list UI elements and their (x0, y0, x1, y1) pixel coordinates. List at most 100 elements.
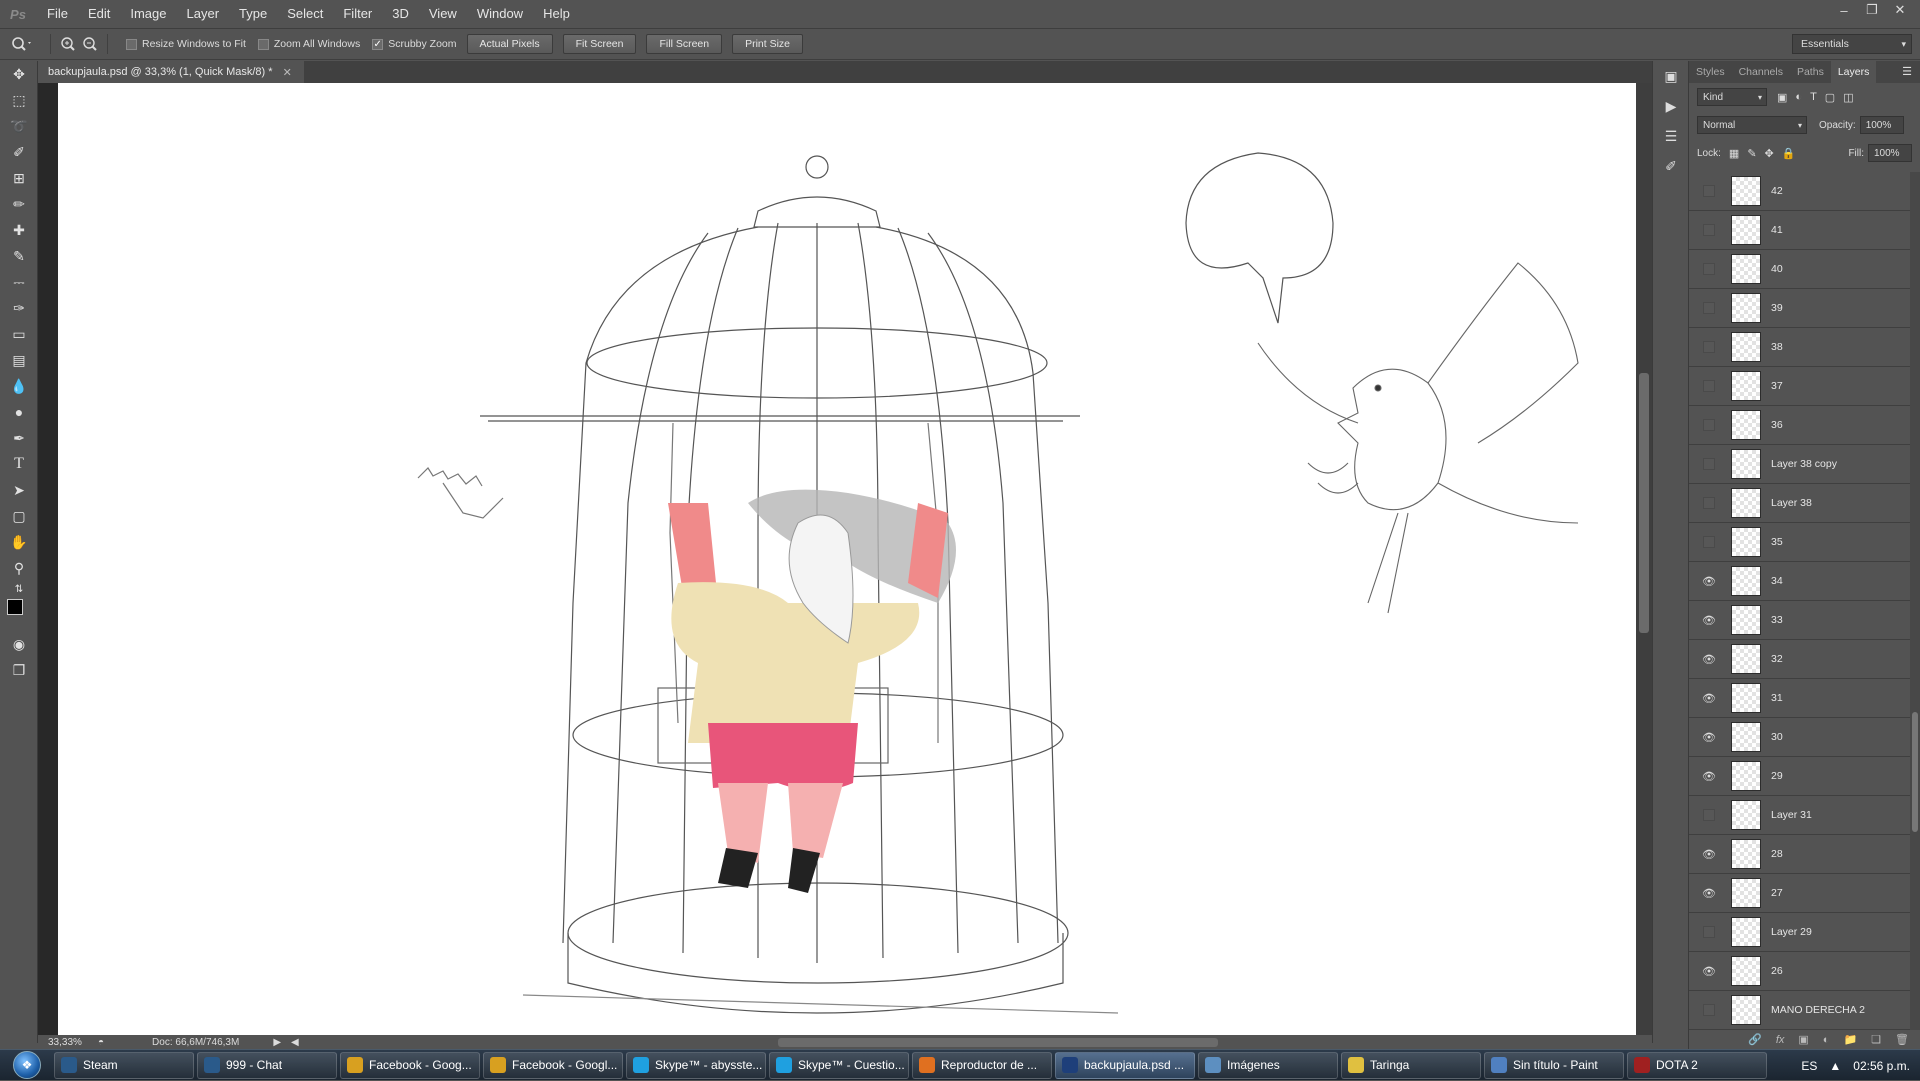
visibility-box[interactable] (1703, 926, 1715, 938)
link-layers-icon[interactable]: 🔗 (1748, 1033, 1762, 1046)
visibility-box[interactable] (1703, 536, 1715, 548)
menu-select[interactable]: Select (277, 0, 333, 28)
visibility-toggle[interactable] (1697, 172, 1721, 211)
language-indicator[interactable]: ES (1801, 1059, 1817, 1073)
eye-icon[interactable]: 👁 (1697, 562, 1721, 601)
taskbar-item[interactable]: Facebook - Googl... (483, 1051, 623, 1079)
layer-row[interactable]: 👁 32 (1689, 640, 1920, 679)
start-button[interactable]: ❖ (0, 1050, 54, 1081)
rectangle-tool-icon[interactable]: ▢ (0, 503, 38, 529)
menu-3d[interactable]: 3D (382, 0, 419, 28)
layer-row[interactable]: 👁 26 (1689, 952, 1920, 991)
close-icon[interactable]: ✕ (1886, 0, 1914, 20)
foreground-color-swatch[interactable] (7, 599, 23, 615)
scroll-left-icon[interactable]: ◀ (291, 1037, 299, 1048)
gradient-tool-icon[interactable]: ▤ (0, 347, 38, 373)
menu-file[interactable]: File (36, 0, 78, 28)
menu-window[interactable]: Window (467, 0, 533, 28)
status-icon[interactable]: ◓ (98, 1037, 104, 1048)
layer-row[interactable]: 39 (1689, 289, 1920, 328)
workspace-switcher[interactable]: Essentials ▾ (1792, 34, 1912, 54)
shape-filter-icon[interactable]: ▢ (1825, 91, 1835, 104)
layer-row[interactable]: 36 (1689, 406, 1920, 445)
menu-type[interactable]: Type (229, 0, 277, 28)
layer-row[interactable]: Layer 31 (1689, 796, 1920, 835)
layers-scrollbar[interactable] (1910, 172, 1920, 1030)
taskbar-item[interactable]: Sin título - Paint (1484, 1051, 1624, 1079)
visibility-toggle[interactable] (1697, 328, 1721, 367)
delete-layer-icon[interactable]: 🗑 (1895, 1033, 1909, 1046)
taskbar-item[interactable]: Taringa (1341, 1051, 1481, 1079)
layer-row[interactable]: Layer 29 (1689, 913, 1920, 952)
menu-image[interactable]: Image (120, 0, 176, 28)
fx-icon[interactable]: fx (1776, 1034, 1785, 1046)
layer-row[interactable]: 41 (1689, 211, 1920, 250)
quick-selection-tool-icon[interactable]: ✐ (0, 139, 38, 165)
eyedropper-tool-icon[interactable]: ✏ (0, 191, 38, 217)
lasso-tool-icon[interactable]: ➰ (0, 113, 38, 139)
blur-tool-icon[interactable]: 💧 (0, 373, 38, 399)
tab-layers[interactable]: Layers (1830, 61, 1877, 83)
visibility-toggle[interactable] (1697, 796, 1721, 835)
eye-icon[interactable]: 👁 (1697, 952, 1721, 991)
close-icon[interactable]: ✕ (283, 66, 292, 79)
layer-row[interactable]: 👁 27 (1689, 874, 1920, 913)
layer-row[interactable]: 35 (1689, 523, 1920, 562)
healing-brush-tool-icon[interactable]: ✚ (0, 217, 38, 243)
kind-filter-select[interactable]: Kind ▾ (1697, 88, 1767, 106)
visibility-box[interactable] (1703, 224, 1715, 236)
new-group-icon[interactable]: 📁 (1843, 1033, 1857, 1046)
visibility-box[interactable] (1703, 497, 1715, 509)
layer-row[interactable]: 👁 30 (1689, 718, 1920, 757)
new-layer-icon[interactable]: ❏ (1871, 1033, 1881, 1046)
clock[interactable]: 02:56 p.m. (1853, 1059, 1910, 1073)
clone-stamp-tool-icon[interactable]: ⎓ (0, 269, 38, 295)
layer-row[interactable]: 40 (1689, 250, 1920, 289)
visibility-toggle[interactable] (1697, 991, 1721, 1030)
fill-screen-button[interactable]: Fill Screen (646, 34, 723, 54)
properties-panel-icon[interactable]: ☰ (1653, 121, 1689, 151)
document-tab[interactable]: backupjaula.psd @ 33,3% (1, Quick Mask/8… (38, 61, 304, 83)
zoom-tool-icon[interactable]: ⚲ (0, 555, 38, 581)
visibility-box[interactable] (1703, 419, 1715, 431)
layer-row[interactable]: 👁 28 (1689, 835, 1920, 874)
lock-transparent-icon[interactable]: ▦ (1729, 147, 1739, 160)
print-size-button[interactable]: Print Size (732, 34, 804, 54)
visibility-box[interactable] (1703, 302, 1715, 314)
visibility-box[interactable] (1703, 380, 1715, 392)
visibility-box[interactable] (1703, 341, 1715, 353)
visibility-box[interactable] (1703, 263, 1715, 275)
layer-row[interactable]: Layer 38 (1689, 484, 1920, 523)
visibility-box[interactable] (1703, 185, 1715, 197)
tab-channels[interactable]: Channels (1732, 61, 1790, 83)
layer-row[interactable]: 👁 33 (1689, 601, 1920, 640)
type-tool-icon[interactable]: T (0, 451, 38, 477)
taskbar-item[interactable]: DOTA 2 (1627, 1051, 1767, 1079)
lock-all-icon[interactable]: 🔒 (1782, 147, 1796, 160)
visibility-box[interactable] (1703, 1004, 1715, 1016)
path-selection-tool-icon[interactable]: ➤ (0, 477, 38, 503)
layer-row[interactable]: 37 (1689, 367, 1920, 406)
visibility-toggle[interactable] (1697, 406, 1721, 445)
layer-row[interactable]: Layer 38 copy (1689, 445, 1920, 484)
adjustment-filter-icon[interactable]: ◐ (1795, 91, 1802, 104)
zoom-tool-preset-picker[interactable] (0, 32, 44, 56)
tab-paths[interactable]: Paths (1790, 61, 1831, 83)
actions-panel-icon[interactable]: ▶ (1653, 91, 1689, 121)
panel-menu-icon[interactable]: ☰ (1902, 65, 1912, 78)
history-brush-tool-icon[interactable]: ✑ (0, 295, 38, 321)
visibility-toggle[interactable] (1697, 367, 1721, 406)
taskbar-item[interactable]: Reproductor de ... (912, 1051, 1052, 1079)
taskbar-item[interactable]: Steam (54, 1051, 194, 1079)
fill-input[interactable]: 100% (1868, 144, 1912, 162)
menu-view[interactable]: View (419, 0, 467, 28)
quick-mask-icon[interactable]: ◉ (0, 631, 38, 657)
visibility-toggle[interactable] (1697, 211, 1721, 250)
minimize-icon[interactable]: – (1830, 0, 1858, 20)
checkbox-box[interactable] (126, 38, 137, 50)
eye-icon[interactable]: 👁 (1697, 601, 1721, 640)
menu-edit[interactable]: Edit (78, 0, 120, 28)
crop-tool-icon[interactable]: ⊞ (0, 165, 38, 191)
opacity-input[interactable]: 100% (1859, 116, 1904, 134)
visibility-toggle[interactable] (1697, 289, 1721, 328)
